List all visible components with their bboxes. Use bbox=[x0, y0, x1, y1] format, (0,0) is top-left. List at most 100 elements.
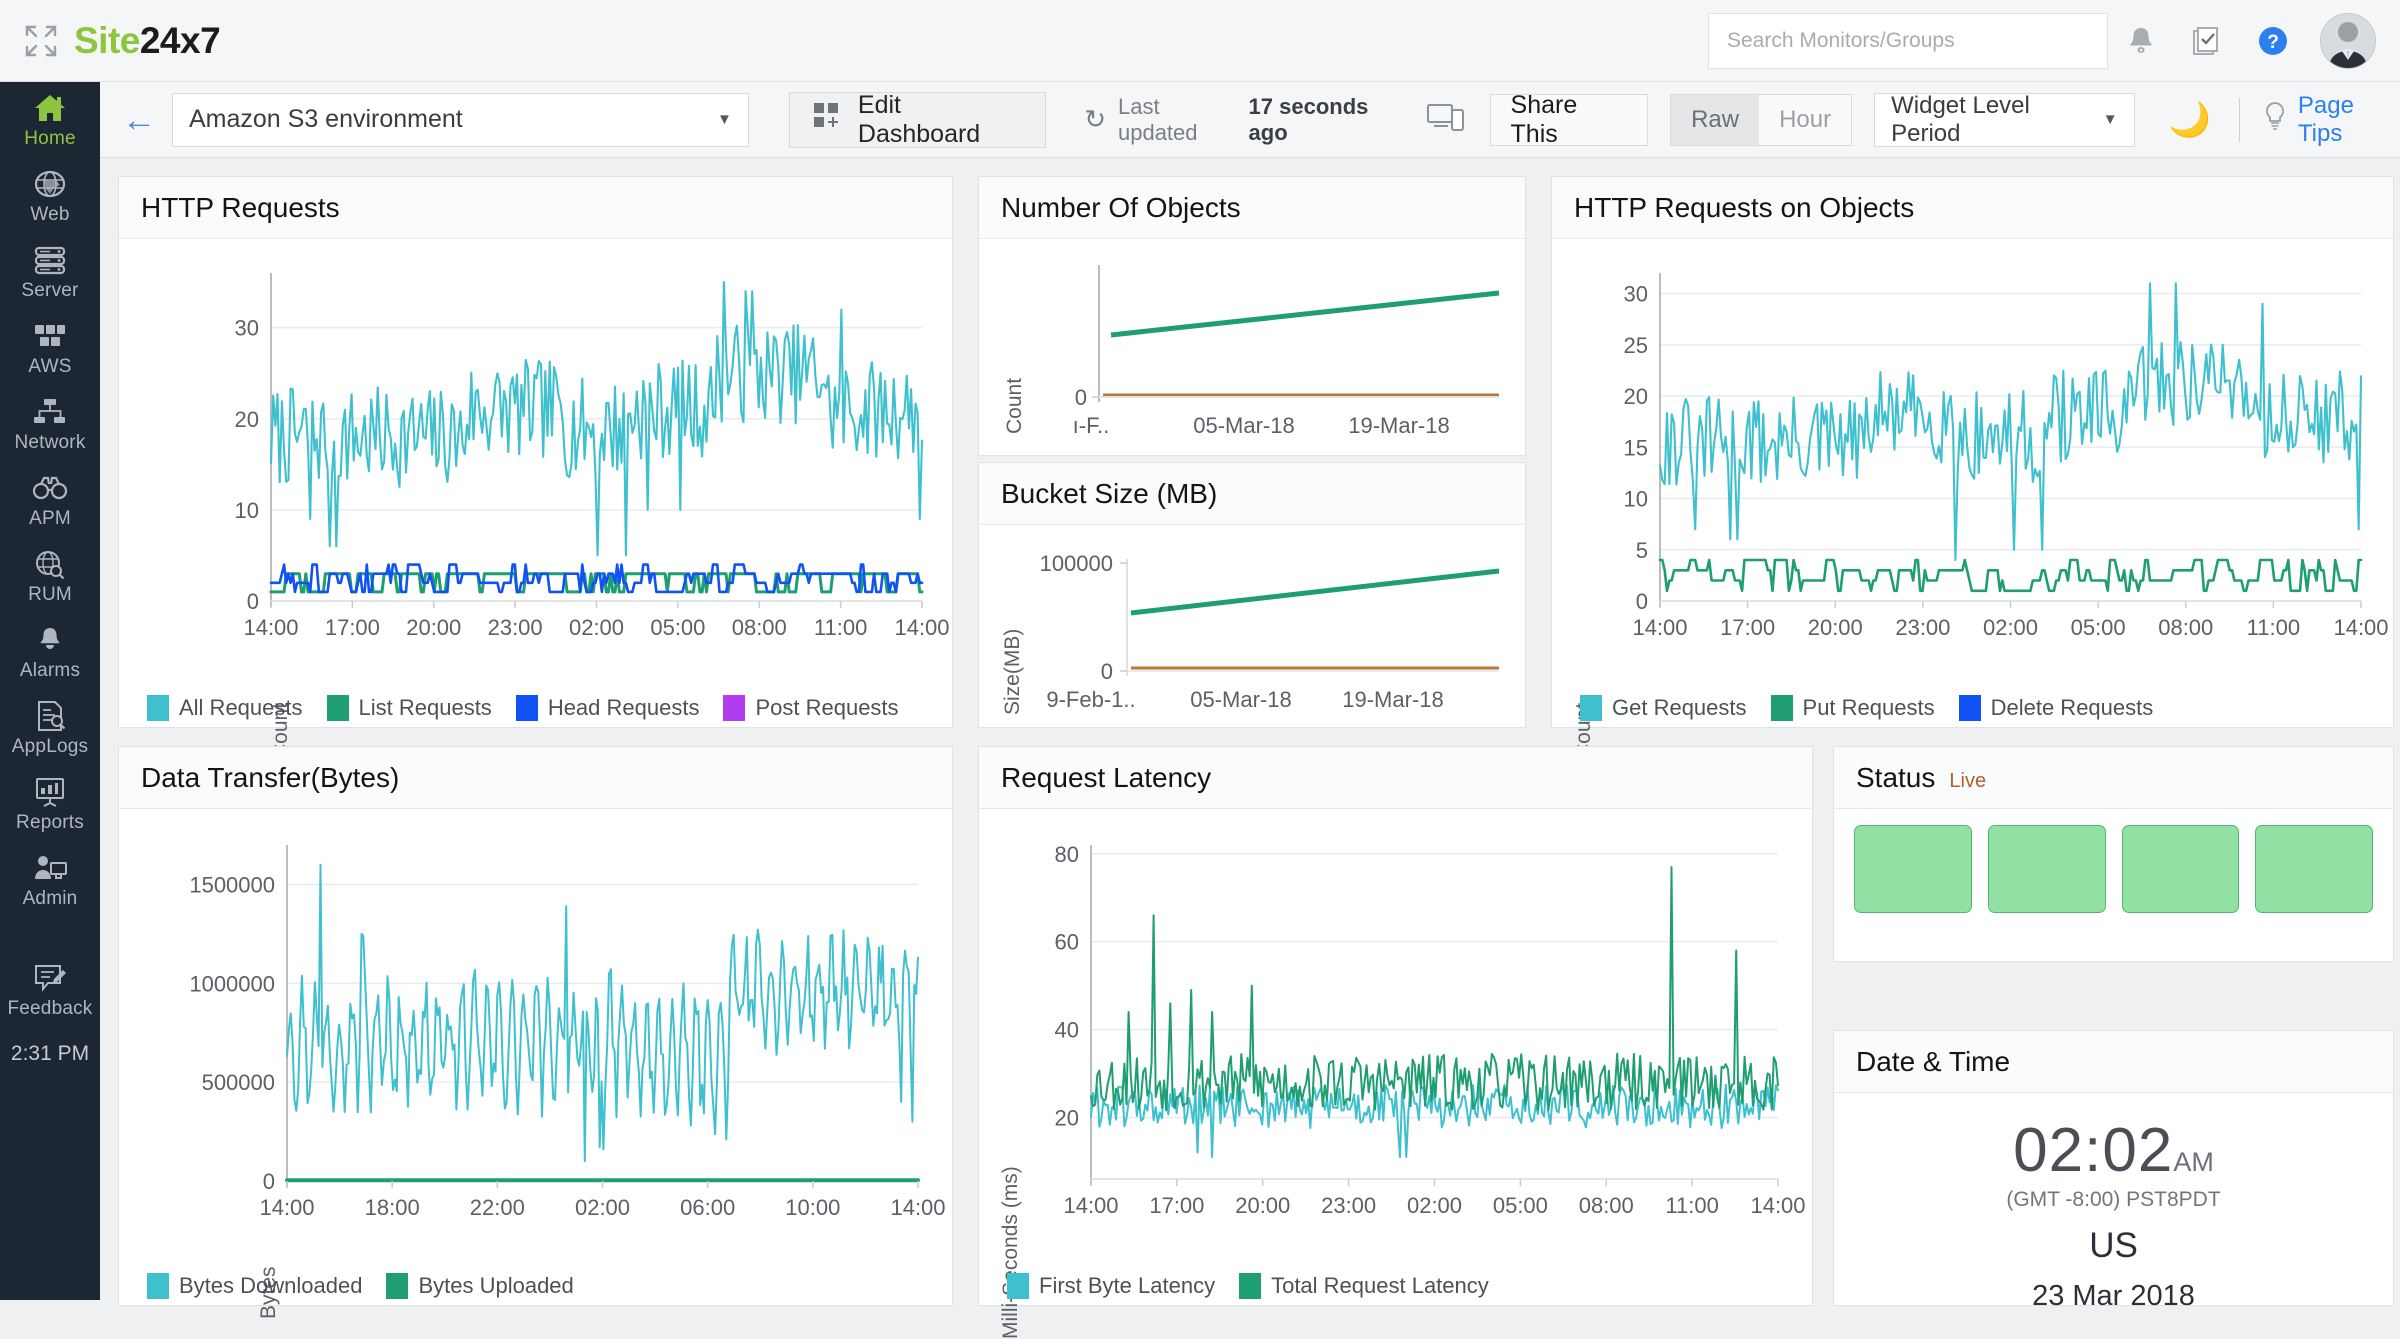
status-tile[interactable] bbox=[2122, 825, 2240, 913]
legend-label: Total Request Latency bbox=[1271, 1273, 1489, 1299]
y-tick-label: 5 bbox=[1636, 538, 1648, 563]
x-tick-label: 05:00 bbox=[650, 615, 705, 640]
status-tile[interactable] bbox=[1854, 825, 1972, 913]
panel-header: Number Of Objects bbox=[979, 177, 1525, 239]
y-tick-label: 10 bbox=[235, 498, 259, 523]
chart-legend: Get Requests Put Requests Delete Request… bbox=[1552, 695, 2393, 721]
legend-label: Delete Requests bbox=[1991, 695, 2154, 721]
status-tile[interactable] bbox=[2255, 825, 2373, 913]
refresh-icon[interactable]: ↻ bbox=[1084, 104, 1106, 135]
widget-level-period-select[interactable]: Widget Level Period ▼ bbox=[1874, 93, 2134, 147]
chart-legend: All Requests List Requests Head Requests… bbox=[119, 695, 952, 721]
y-tick-label: 60 bbox=[1055, 930, 1079, 955]
x-tick-label: 05-Mar-18 bbox=[1190, 687, 1291, 712]
panel-title: HTTP Requests on Objects bbox=[1574, 177, 1914, 239]
bell-icon[interactable] bbox=[2108, 21, 2174, 61]
page-tips-link[interactable]: Page Tips bbox=[2262, 92, 2400, 148]
sidebar-item-home[interactable]: Home bbox=[0, 82, 100, 158]
sidebar-item-web[interactable]: Web bbox=[0, 158, 100, 234]
x-tick-label: 14:00 bbox=[243, 615, 298, 640]
toolbar-divider bbox=[2239, 98, 2240, 142]
help-icon[interactable]: ? bbox=[2240, 21, 2306, 61]
chart-series-line bbox=[1660, 560, 2361, 591]
period-hour-button[interactable]: Hour bbox=[1759, 95, 1851, 145]
globe-icon bbox=[0, 167, 100, 201]
panel-body: Milli-Seconds (ms) 2040608014:0017:0020:… bbox=[979, 809, 1812, 1305]
sidebar-item-alarms[interactable]: Alarms bbox=[0, 614, 100, 690]
chevron-down-icon: ▼ bbox=[717, 111, 732, 128]
legend-item[interactable]: All Requests bbox=[147, 695, 303, 721]
panel-body: Bytes 05000001000000150000014:0018:0022:… bbox=[119, 809, 952, 1305]
legend-item[interactable]: Head Requests bbox=[516, 695, 700, 721]
panel-title: Number Of Objects bbox=[1001, 177, 1241, 239]
chart-series-line bbox=[1131, 571, 1499, 613]
sidebar-item-aws[interactable]: AWS bbox=[0, 310, 100, 386]
back-arrow-icon[interactable]: ← bbox=[122, 103, 156, 137]
legend-swatch bbox=[1239, 1273, 1261, 1299]
panel-title: Bucket Size (MB) bbox=[1001, 463, 1217, 525]
legend-swatch bbox=[147, 1273, 169, 1299]
legend-item[interactable]: Post Requests bbox=[723, 695, 898, 721]
panel-header: Status Live bbox=[1834, 747, 2393, 809]
device-preview-icon[interactable] bbox=[1426, 101, 1466, 138]
dashboard-selector[interactable]: Amazon S3 environment ▼ bbox=[172, 93, 749, 147]
last-updated-value: 17 seconds ago bbox=[1249, 94, 1408, 146]
tasks-icon[interactable] bbox=[2174, 21, 2240, 61]
panel-date-time: Date & Time 02:02AM (GMT -8:00) PST8PDT … bbox=[1833, 1030, 2394, 1306]
legend-label: Bytes Uploaded bbox=[418, 1273, 573, 1299]
legend-item[interactable]: List Requests bbox=[327, 695, 492, 721]
sidebar-item-admin[interactable]: Admin bbox=[0, 842, 100, 918]
share-this-button[interactable]: Share This bbox=[1490, 94, 1649, 146]
panel-header: HTTP Requests on Objects bbox=[1552, 177, 2393, 239]
search-monitors-box[interactable] bbox=[1708, 13, 2108, 69]
x-tick-label: 11:00 bbox=[814, 615, 867, 640]
x-tick-label: 20:00 bbox=[1808, 615, 1863, 640]
x-tick-label: 06:00 bbox=[680, 1195, 735, 1220]
panel-bucket-size: Bucket Size (MB) Size(MB) 10000009-Feb-1… bbox=[978, 462, 1526, 728]
left-sidebar: Home Web Server AWS Network APM RUM bbox=[0, 82, 100, 1300]
moon-icon[interactable]: 🌙 bbox=[2169, 100, 2211, 140]
y-tick-label: 10 bbox=[1624, 487, 1648, 512]
legend-item[interactable]: Delete Requests bbox=[1959, 695, 2154, 721]
panel-request-latency: Request Latency Milli-Seconds (ms) 20406… bbox=[978, 746, 1813, 1306]
panel-status: Status Live bbox=[1833, 746, 2394, 962]
aws-icon bbox=[0, 319, 100, 353]
period-raw-button[interactable]: Raw bbox=[1671, 95, 1759, 145]
y-tick-label: 0 bbox=[247, 589, 259, 614]
x-tick-label: 02:00 bbox=[1983, 615, 2038, 640]
y-tick-label: 30 bbox=[235, 316, 259, 341]
panel-title: HTTP Requests bbox=[141, 177, 340, 239]
sidebar-item-rum[interactable]: RUM bbox=[0, 538, 100, 614]
legend-item[interactable]: Total Request Latency bbox=[1239, 1273, 1489, 1299]
feedback-icon bbox=[0, 961, 100, 995]
y-tick-label: 1500000 bbox=[189, 873, 275, 898]
legend-item[interactable]: Get Requests bbox=[1580, 695, 1747, 721]
sidebar-item-server[interactable]: Server bbox=[0, 234, 100, 310]
chart-series-line bbox=[1660, 283, 2361, 560]
status-tile[interactable] bbox=[1988, 825, 2106, 913]
legend-item[interactable]: Bytes Uploaded bbox=[386, 1273, 573, 1299]
sidebar-item-apm[interactable]: APM bbox=[0, 462, 100, 538]
legend-item[interactable]: Put Requests bbox=[1771, 695, 1935, 721]
expand-icon[interactable] bbox=[24, 24, 58, 58]
x-tick-label: 02:00 bbox=[575, 1195, 630, 1220]
x-tick-label: ı-F.. bbox=[1073, 413, 1110, 438]
search-input[interactable] bbox=[1727, 29, 2089, 53]
binoculars-icon bbox=[0, 471, 100, 505]
sidebar-item-network[interactable]: Network bbox=[0, 386, 100, 462]
x-tick-label: 14:00 bbox=[1750, 1193, 1805, 1218]
legend-item[interactable]: First Byte Latency bbox=[1007, 1273, 1215, 1299]
x-tick-label: 14:00 bbox=[259, 1195, 314, 1220]
avatar[interactable] bbox=[2320, 13, 2376, 69]
header-right-group: ? bbox=[1708, 13, 2400, 69]
sidebar-item-reports[interactable]: Reports bbox=[0, 766, 100, 842]
edit-dashboard-button[interactable]: Edit Dashboard bbox=[789, 92, 1046, 148]
x-tick-label: 19-Mar-18 bbox=[1348, 413, 1449, 438]
y-tick-label: 15 bbox=[1624, 435, 1648, 460]
current-date: 23 Mar 2018 bbox=[1834, 1280, 2393, 1313]
legend-item[interactable]: Bytes Downloaded bbox=[147, 1273, 362, 1299]
sidebar-item-applogs[interactable]: AppLogs bbox=[0, 690, 100, 766]
sidebar-item-feedback[interactable]: Feedback bbox=[0, 952, 100, 1028]
brand-logo[interactable]: Site24x7 bbox=[74, 20, 220, 62]
x-tick-label: 17:00 bbox=[1720, 615, 1775, 640]
